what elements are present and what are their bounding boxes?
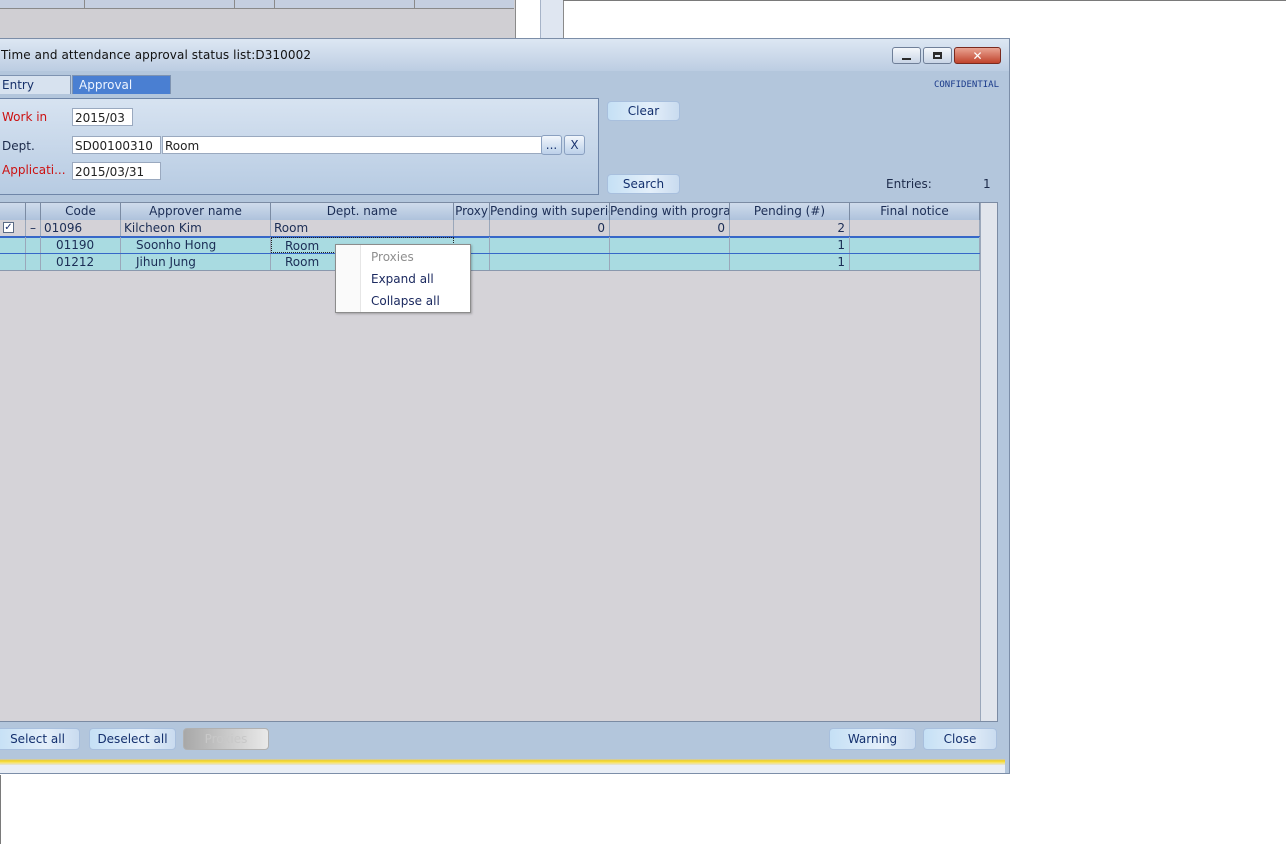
proxy-cell bbox=[454, 220, 490, 236]
row-checkbox[interactable]: ✓ bbox=[3, 222, 14, 233]
approval-grid: Code Approver name Dept. name Proxy Pend… bbox=[0, 202, 998, 722]
header-final-notice[interactable]: Final notice bbox=[850, 203, 980, 220]
confidential-label: CONFIDENTIAL bbox=[933, 80, 999, 90]
close-button[interactable]: Close bbox=[923, 728, 997, 750]
close-icon: ✕ bbox=[972, 48, 983, 63]
row-toggle-cell bbox=[26, 254, 41, 270]
dept-browse-button[interactable]: ... bbox=[541, 135, 562, 155]
header-check bbox=[0, 203, 26, 220]
maximize-icon bbox=[933, 52, 942, 59]
background-scroll-strip bbox=[540, 0, 564, 38]
row-toggle-cell bbox=[26, 237, 41, 253]
background-window-edge-lower bbox=[0, 775, 1, 844]
pending-program-cell: 0 bbox=[610, 220, 730, 236]
approver-name-cell: Jihun Jung bbox=[121, 254, 271, 270]
grid-vertical-scrollbar[interactable] bbox=[980, 203, 997, 721]
deselect-all-button[interactable]: Deselect all bbox=[89, 728, 176, 750]
minimize-icon bbox=[902, 57, 911, 60]
background-grid-header bbox=[0, 0, 514, 9]
approver-name-cell: Kilcheon Kim bbox=[121, 220, 271, 236]
dept-label: Dept. bbox=[2, 139, 35, 153]
window-controls: ✕ bbox=[890, 47, 1001, 64]
search-button[interactable]: Search bbox=[607, 174, 680, 194]
context-menu-item-expand-all[interactable]: Expand all bbox=[371, 272, 434, 286]
row-check-cell bbox=[0, 237, 26, 253]
minimize-button[interactable] bbox=[892, 47, 921, 64]
code-cell: 01096 bbox=[41, 220, 121, 236]
final-notice-cell bbox=[850, 237, 980, 253]
dept-name-cell: Room bbox=[271, 220, 454, 236]
maximize-button[interactable] bbox=[923, 47, 952, 64]
table-row[interactable]: ✓ – 01096 Kilcheon Kim Room 0 0 2 bbox=[0, 220, 980, 237]
pending-count-cell: 1 bbox=[730, 237, 850, 253]
window-title: Time and attendance approval status list… bbox=[1, 48, 312, 62]
table-row[interactable]: 01190 Soonho Hong Room 1 bbox=[0, 236, 981, 255]
header-dept-name[interactable]: Dept. name bbox=[271, 203, 454, 220]
dept-code-input[interactable]: SD00100310 bbox=[72, 136, 161, 154]
pending-count-cell: 1 bbox=[730, 254, 850, 270]
pending-program-cell bbox=[610, 254, 730, 270]
code-cell: 01190 bbox=[41, 237, 121, 253]
close-window-button[interactable]: ✕ bbox=[954, 47, 1001, 64]
title-bar[interactable]: Time and attendance approval status list… bbox=[0, 39, 1009, 71]
context-menu-item-proxies[interactable]: Proxies bbox=[371, 250, 414, 264]
approver-name-cell: Soonho Hong bbox=[121, 237, 271, 253]
context-menu: Proxies Expand all Collapse all bbox=[335, 244, 471, 313]
header-pending-count[interactable]: Pending (#) bbox=[730, 203, 850, 220]
approval-status-window: Time and attendance approval status list… bbox=[0, 38, 1010, 774]
header-toggle bbox=[26, 203, 41, 220]
clear-button[interactable]: Clear bbox=[607, 101, 680, 121]
header-pending-superior[interactable]: Pending with superior bbox=[490, 203, 610, 220]
final-notice-cell bbox=[850, 220, 980, 236]
context-menu-gutter bbox=[336, 245, 361, 312]
pending-superior-cell bbox=[490, 254, 610, 270]
filter-panel: Work in 2015/03 Dept. SD00100310 Room ..… bbox=[0, 98, 599, 195]
background-window-edge bbox=[563, 0, 1286, 1]
pending-program-cell bbox=[610, 237, 730, 253]
window-bottom-edge bbox=[0, 765, 1005, 773]
entries-count: 1 bbox=[983, 177, 991, 191]
application-date-input[interactable]: 2015/03/31 bbox=[72, 162, 161, 180]
warning-button[interactable]: Warning bbox=[829, 728, 916, 750]
final-notice-cell bbox=[850, 254, 980, 270]
tab-entry-status[interactable]: Entry status bbox=[0, 75, 71, 111]
header-pending-program[interactable]: Pending with program bbox=[610, 203, 730, 220]
work-in-label: Work in bbox=[2, 110, 48, 124]
grid-header: Code Approver name Dept. name Proxy Pend… bbox=[0, 203, 980, 221]
context-menu-item-collapse-all[interactable]: Collapse all bbox=[371, 294, 440, 308]
background-window bbox=[0, 0, 516, 39]
header-proxy[interactable]: Proxy bbox=[454, 203, 490, 220]
header-approver-name[interactable]: Approver name bbox=[121, 203, 271, 220]
pending-superior-cell: 0 bbox=[490, 220, 610, 236]
code-cell: 01212 bbox=[41, 254, 121, 270]
table-row[interactable]: 01212 Jihun Jung Room 1 bbox=[0, 254, 980, 271]
select-all-button[interactable]: Select all bbox=[0, 728, 80, 750]
application-date-label: Applicati... bbox=[2, 163, 66, 177]
row-check-cell: ✓ bbox=[0, 220, 26, 236]
pending-superior-cell bbox=[490, 237, 610, 253]
row-check-cell bbox=[0, 254, 26, 270]
tab-approval-status[interactable]: Approval status bbox=[72, 75, 171, 111]
work-in-input[interactable]: 2015/03 bbox=[72, 108, 133, 126]
expand-toggle[interactable]: – bbox=[26, 220, 41, 236]
entries-label: Entries: bbox=[886, 177, 932, 191]
header-code[interactable]: Code bbox=[41, 203, 121, 220]
pending-count-cell: 2 bbox=[730, 220, 850, 236]
proxies-button[interactable]: Proxies bbox=[183, 728, 269, 750]
dept-name-input[interactable]: Room bbox=[162, 136, 543, 154]
dept-clear-button[interactable]: X bbox=[564, 135, 585, 155]
